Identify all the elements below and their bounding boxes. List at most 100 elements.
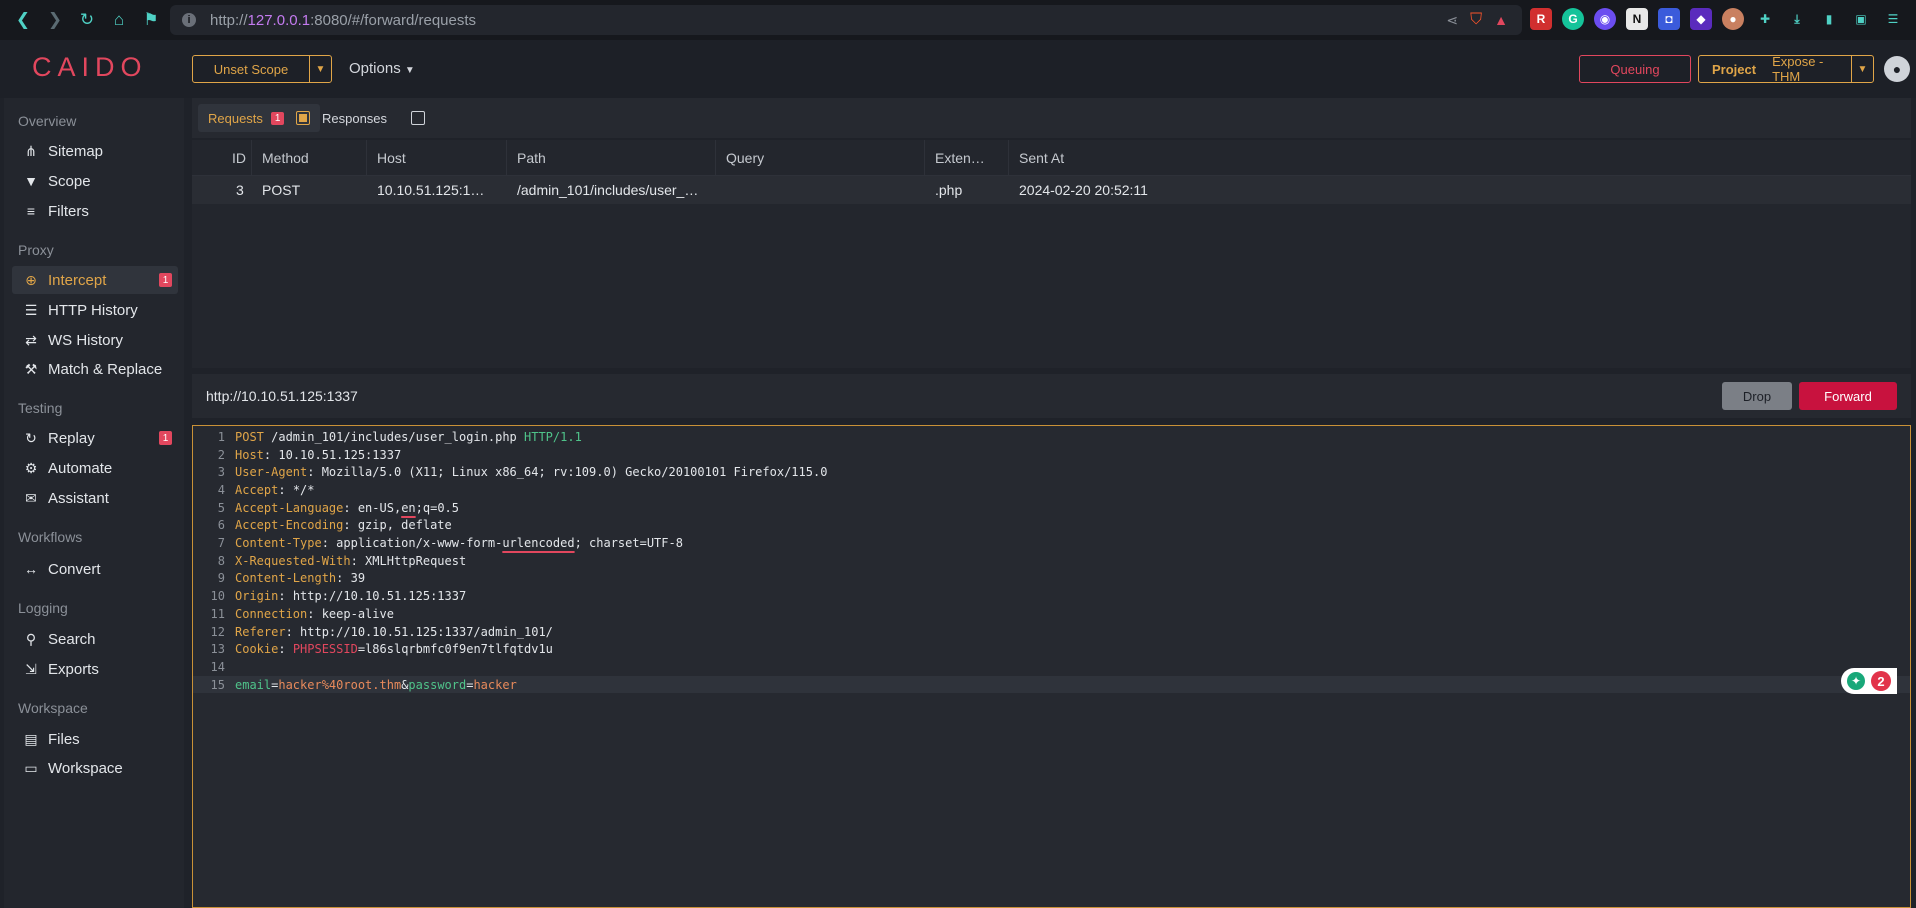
project-selector[interactable]: Project Expose - THM ▼ bbox=[1698, 54, 1874, 84]
extension-icon[interactable]: ◉ bbox=[1594, 8, 1616, 30]
bookmark-icon[interactable]: ⚑ bbox=[138, 7, 164, 33]
tab-responses[interactable]: Responses bbox=[312, 104, 435, 132]
replay-icon: ↻ bbox=[25, 429, 37, 446]
url-text[interactable]: http://127.0.0.1:8080/#/forward/requests bbox=[210, 12, 476, 29]
extension-icon[interactable]: ● bbox=[1722, 8, 1744, 30]
grammarly-icon: ✦ bbox=[1847, 672, 1865, 690]
grammarly-icon[interactable]: G bbox=[1562, 8, 1584, 30]
wallet-icon[interactable]: ▣ bbox=[1850, 8, 1872, 30]
replay-badge: 1 bbox=[159, 431, 172, 445]
column-query[interactable]: Query bbox=[716, 140, 925, 176]
cell-path: /admin_101/includes/user_… bbox=[517, 182, 699, 198]
code-line: 2 Host: 10.10.51.125:1337 bbox=[217, 447, 402, 462]
tab-requests[interactable]: Requests 1 bbox=[198, 104, 321, 132]
sidebar-item-match-replace[interactable]: ⚒ Match & Replace bbox=[12, 355, 178, 383]
sidebar-item-convert[interactable]: ↔ Convert bbox=[12, 555, 178, 583]
requests-checkbox[interactable] bbox=[296, 111, 311, 125]
sidebar-item-scope[interactable]: ▼ Scope bbox=[12, 167, 178, 195]
share-icon[interactable]: ⋖ bbox=[1446, 12, 1458, 29]
forward-icon[interactable]: ❯ bbox=[42, 7, 68, 33]
code-line: 4 Accept: */* bbox=[217, 482, 315, 497]
sidebar-item-http-history[interactable]: ☰ HTTP History bbox=[12, 296, 178, 324]
sidebar-toggle-icon[interactable]: ▮ bbox=[1818, 8, 1840, 30]
scope-dropdown[interactable]: Unset Scope ▼ bbox=[192, 55, 332, 83]
info-icon[interactable]: i bbox=[182, 13, 196, 27]
download-icon[interactable]: ⤓ bbox=[1786, 8, 1808, 30]
code-line: 13 Cookie: PHPSESSID=l86slqrbmfc0f9en7tlf… bbox=[210, 642, 553, 657]
sitemap-icon: ⋔ bbox=[25, 142, 37, 159]
section-logging: Logging bbox=[18, 600, 68, 616]
section-proxy: Proxy bbox=[18, 242, 54, 258]
code-line: 3 User-Agent: Mozilla/5.0 (X11; Linux x86… bbox=[217, 465, 828, 480]
list-icon: ☰ bbox=[24, 301, 38, 318]
chevron-down-icon[interactable]: ▼ bbox=[1851, 56, 1873, 82]
puzzle-icon[interactable]: ✚ bbox=[1754, 8, 1776, 30]
section-overview: Overview bbox=[18, 113, 77, 129]
forward-button[interactable]: Forward bbox=[1799, 382, 1897, 410]
intercept-badge: 1 bbox=[159, 273, 172, 287]
responses-checkbox[interactable] bbox=[411, 111, 426, 125]
sidebar-item-assistant[interactable]: ✉ Assistant bbox=[12, 484, 178, 512]
sidebar-item-search[interactable]: ⚲ Search bbox=[12, 625, 178, 653]
extension-icon[interactable]: ◘ bbox=[1658, 8, 1680, 30]
arrows-exchange-icon: ⇄ bbox=[25, 331, 37, 348]
requests-table: ID Method Host Path Query Exten… Sent At… bbox=[192, 140, 1911, 368]
sidebar-item-intercept[interactable]: ⊕ Intercept 1 bbox=[12, 266, 178, 294]
table-row[interactable]: 3 POST 10.10.51.125:1… /admin_101/includ… bbox=[192, 176, 1911, 204]
address-bar[interactable]: i http://127.0.0.1:8080/#/forward/reques… bbox=[170, 5, 1522, 35]
sidebar-item-replay[interactable]: ↻ Replay 1 bbox=[12, 424, 178, 452]
cell-id: 3 bbox=[236, 182, 244, 198]
column-extension[interactable]: Exten… bbox=[925, 140, 1009, 176]
column-method[interactable]: Method bbox=[252, 140, 367, 176]
cell-sent-at: 2024-02-20 20:52:11 bbox=[1019, 182, 1148, 198]
request-target-url: http://10.10.51.125:1337 bbox=[206, 388, 358, 404]
column-path[interactable]: Path bbox=[507, 140, 716, 176]
table-header: ID Method Host Path Query Exten… Sent At bbox=[192, 140, 1911, 176]
drop-button[interactable]: Drop bbox=[1722, 382, 1792, 410]
sidebar-item-filters[interactable]: ≡ Filters bbox=[12, 197, 178, 225]
sidebar-item-sitemap[interactable]: ⋔ Sitemap bbox=[12, 137, 178, 165]
sidebar-item-ws-history[interactable]: ⇄ WS History bbox=[12, 326, 178, 354]
wrench-icon: ⚒ bbox=[24, 360, 38, 377]
options-menu[interactable]: Options ▼ bbox=[349, 60, 415, 77]
code-line: 10 Origin: http://10.10.51.125:1337 bbox=[210, 589, 467, 604]
grammarly-widget[interactable]: ✦ 2 bbox=[1841, 668, 1897, 694]
crosshair-icon: ⊕ bbox=[25, 271, 37, 288]
code-line: 8 X-Requested-With: XMLHttpRequest bbox=[217, 553, 467, 568]
section-testing: Testing bbox=[18, 400, 63, 416]
notion-icon[interactable]: N bbox=[1626, 8, 1648, 30]
home-icon[interactable]: ⌂ bbox=[106, 7, 132, 33]
queuing-button[interactable]: Queuing bbox=[1579, 55, 1691, 83]
extension-icon[interactable]: R bbox=[1530, 8, 1552, 30]
user-avatar[interactable]: ● bbox=[1884, 56, 1910, 82]
scope-icon: ▼ bbox=[24, 173, 38, 189]
code-line: 14 bbox=[210, 659, 225, 674]
column-host[interactable]: Host bbox=[367, 140, 507, 176]
brave-rewards-icon[interactable]: ▲ bbox=[1494, 12, 1508, 28]
automate-icon: ⚙ bbox=[24, 459, 38, 476]
monitor-icon: ▭ bbox=[24, 759, 38, 776]
brave-shield-icon[interactable]: ⛉ bbox=[1470, 11, 1482, 29]
caido-logo: CAIDO bbox=[32, 52, 148, 82]
sidebar-item-exports[interactable]: ⇲ Exports bbox=[12, 655, 178, 683]
filters-icon: ≡ bbox=[26, 203, 36, 219]
back-icon[interactable]: ❮ bbox=[10, 7, 36, 33]
section-workspace: Workspace bbox=[18, 700, 88, 716]
reload-icon[interactable]: ↻ bbox=[74, 7, 100, 33]
sidebar-item-files[interactable]: ▤ Files bbox=[12, 725, 178, 753]
browser-toolbar: ❮ ❯ ↻ ⌂ ⚑ i http://127.0.0.1:8080/#/forw… bbox=[0, 0, 1916, 40]
column-sent-at[interactable]: Sent At bbox=[1009, 140, 1209, 176]
cell-extension: .php bbox=[935, 182, 963, 198]
sidebar-item-automate[interactable]: ⚙ Automate bbox=[12, 454, 178, 482]
extension-icon[interactable]: ◆ bbox=[1690, 8, 1712, 30]
chevron-down-icon[interactable]: ▼ bbox=[309, 56, 331, 82]
request-editor[interactable]: 1 POST /admin_101/includes/user_login.php… bbox=[192, 425, 1911, 908]
caret-down-icon: ▼ bbox=[404, 65, 415, 76]
column-id[interactable]: ID bbox=[222, 140, 252, 176]
request-toolbar: http://10.10.51.125:1337 Drop Forward bbox=[192, 374, 1911, 418]
cell-query bbox=[716, 176, 925, 204]
sidebar: Overview ⋔ Sitemap ▼ Scope ≡ Filters Proxy … bbox=[4, 98, 184, 908]
sidebar-item-workspace[interactable]: ▭ Workspace bbox=[12, 754, 178, 782]
code-line: 6 Accept-Encoding: gzip, deflate bbox=[217, 518, 452, 533]
menu-icon[interactable]: ☰ bbox=[1882, 8, 1904, 30]
